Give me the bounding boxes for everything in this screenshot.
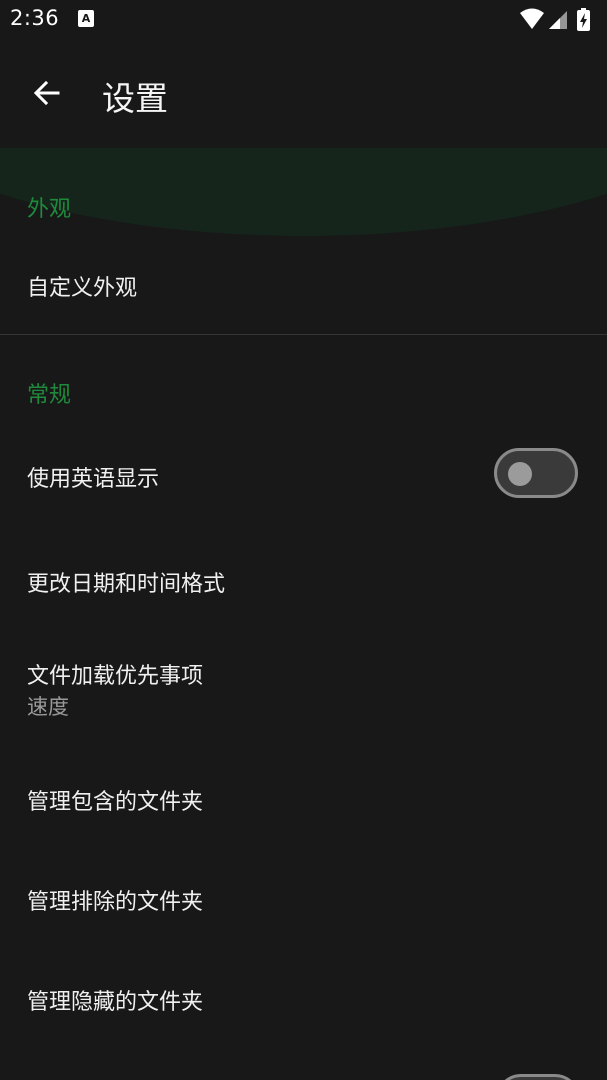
app-bar: 设置: [0, 40, 607, 148]
section-header-appearance: 外观: [27, 197, 72, 222]
settings-item-value: 速度: [27, 695, 69, 719]
status-icons: [519, 7, 595, 33]
signal-icon: [549, 11, 567, 29]
section-header-general: 常规: [27, 383, 72, 408]
wifi-icon: [520, 8, 544, 29]
arrow-left-icon: [33, 80, 60, 106]
back-button[interactable]: [22, 68, 72, 118]
settings-item-title: 更改日期和时间格式: [27, 572, 226, 597]
status-time: 2:36: [10, 6, 60, 30]
settings-item-title: 管理包含的文件夹: [27, 790, 204, 815]
settings-item-customize-appearance[interactable]: 自定义外观: [0, 240, 607, 332]
notification-a-icon: A: [78, 10, 94, 27]
settings-item-title: 自定义外观: [27, 276, 138, 301]
settings-item-excluded-folders[interactable]: 管理排除的文件夹: [0, 850, 607, 946]
settings-item-title: 管理排除的文件夹: [27, 890, 204, 915]
section-divider: [0, 334, 607, 335]
settings-item-use-english[interactable]: 使用英语显示: [0, 426, 607, 526]
settings-item-title: 管理隐藏的文件夹: [27, 990, 204, 1015]
settings-item-date-time-format[interactable]: 更改日期和时间格式: [0, 530, 607, 630]
next-item-toggle-partial[interactable]: [496, 1074, 580, 1080]
toggle-knob: [508, 462, 532, 486]
settings-screen: 2:36 A 设置 外观 自定义外观 常规 使用英语显示 更改日期和时间格式 文…: [0, 0, 607, 1080]
page-title: 设置: [102, 79, 168, 118]
settings-item-included-folders[interactable]: 管理包含的文件夹: [0, 750, 607, 846]
battery-charging-icon: [577, 8, 590, 31]
settings-item-title: 文件加载优先事项: [27, 664, 204, 689]
content-layer: 2:36 A 设置 外观 自定义外观 常规 使用英语显示 更改日期和时间格式 文…: [0, 0, 607, 1080]
status-bar: 2:36 A: [0, 0, 607, 40]
settings-item-hidden-folders[interactable]: 管理隐藏的文件夹: [0, 950, 607, 1046]
settings-item-title: 使用英语显示: [27, 467, 160, 492]
settings-item-file-loading-priority[interactable]: 文件加载优先事项 速度: [0, 634, 607, 746]
use-english-toggle[interactable]: [494, 448, 578, 498]
